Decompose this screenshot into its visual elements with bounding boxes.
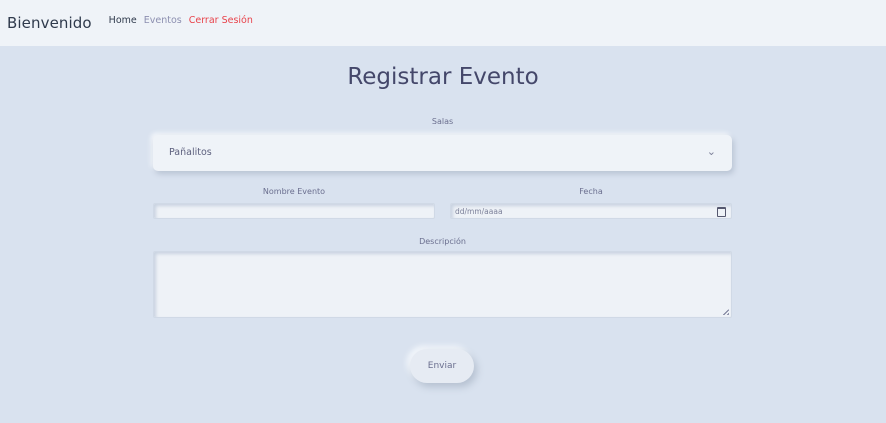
fecha-label: Fecha (579, 187, 603, 196)
fecha-placeholder: dd/mm/aaaa (455, 207, 503, 216)
nav-link-eventos[interactable]: Eventos (144, 15, 182, 26)
brand[interactable]: Bienvenido (7, 14, 92, 32)
salas-select[interactable]: Pañalitos ⌄ (153, 135, 732, 171)
nav-links: Home Eventos Cerrar Sesión (109, 15, 253, 26)
nombre-evento-label: Nombre Evento (262, 187, 326, 196)
salas-label: Salas (431, 117, 454, 126)
chevron-down-icon: ⌄ (706, 145, 716, 158)
navbar: Bienvenido Home Eventos Cerrar Sesión (0, 0, 886, 46)
descripcion-label: Descripción (419, 237, 466, 246)
salas-selected-value: Pañalitos (169, 147, 212, 158)
nav-link-home[interactable]: Home (109, 15, 137, 26)
nombre-evento-input[interactable] (153, 203, 435, 219)
submit-button[interactable]: Enviar (410, 349, 474, 383)
descripcion-textarea[interactable] (153, 251, 732, 318)
calendar-icon[interactable] (717, 207, 726, 217)
fecha-input[interactable]: dd/mm/aaaa (450, 203, 732, 219)
nav-link-logout[interactable]: Cerrar Sesión (189, 15, 253, 26)
resize-handle-icon[interactable] (723, 309, 729, 315)
page-title: Registrar Evento (347, 64, 539, 90)
